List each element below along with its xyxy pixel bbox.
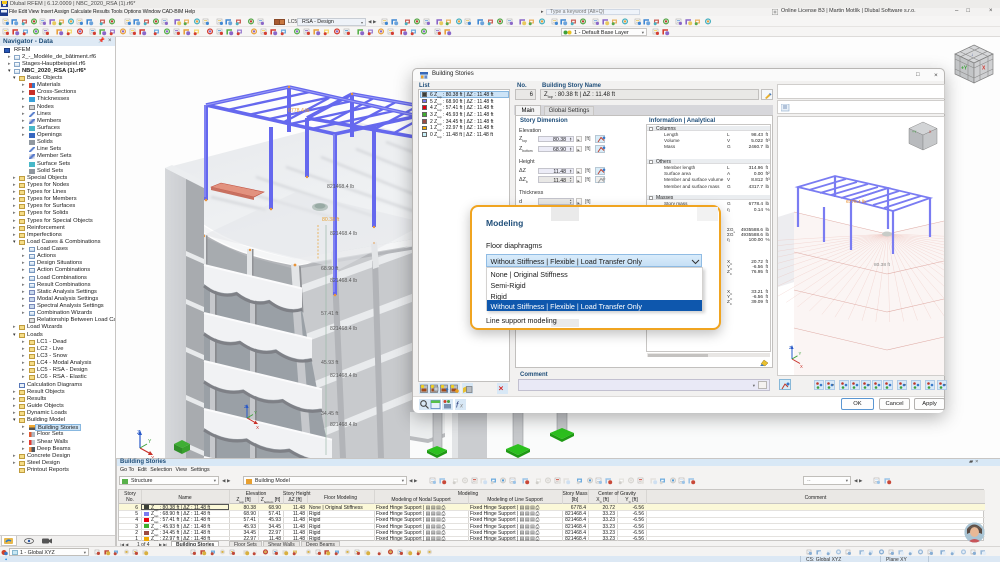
svg-text:45.93 ft: 45.93 ft [321, 360, 339, 366]
svg-text:X: X [256, 425, 259, 430]
svg-text:f: f [456, 401, 459, 410]
svg-text:68.90 ft: 68.90 ft [321, 266, 339, 272]
svg-text:6778.4 lb: 6778.4 lb [288, 108, 309, 114]
svg-text:80.38 ft: 80.38 ft [874, 262, 891, 268]
svg-text:821468.4 lb: 821468.4 lb [330, 231, 357, 237]
svg-text:+Y: +Y [912, 130, 917, 134]
svg-text:↓: ↓ [971, 52, 973, 57]
svg-text:X: X [800, 364, 803, 369]
svg-text:6778.4 lb: 6778.4 lb [846, 199, 866, 205]
svg-text:821468.4 lb: 821468.4 lb [327, 184, 354, 190]
svg-text:x: x [459, 404, 464, 410]
svg-text:+Y: +Y [961, 66, 968, 72]
svg-text:Z: Z [244, 404, 247, 409]
svg-text:80.38 ft: 80.38 ft [322, 217, 340, 223]
svg-text:Y: Y [799, 351, 802, 356]
svg-text:Z: Z [789, 345, 792, 350]
svg-text:Z: Z [137, 430, 140, 436]
svg-text:Y: Y [254, 410, 257, 415]
svg-text:34.45 ft: 34.45 ft [321, 411, 339, 417]
svg-text:821468.4 lb: 821468.4 lb [330, 278, 357, 284]
svg-text:821468.4 lb: 821468.4 lb [330, 326, 357, 332]
svg-text:57.41 ft: 57.41 ft [321, 311, 339, 317]
svg-text:Y: Y [148, 439, 152, 445]
svg-text:821468.4 lb: 821468.4 lb [330, 373, 357, 379]
svg-text:821468.4 lb: 821468.4 lb [330, 422, 357, 428]
